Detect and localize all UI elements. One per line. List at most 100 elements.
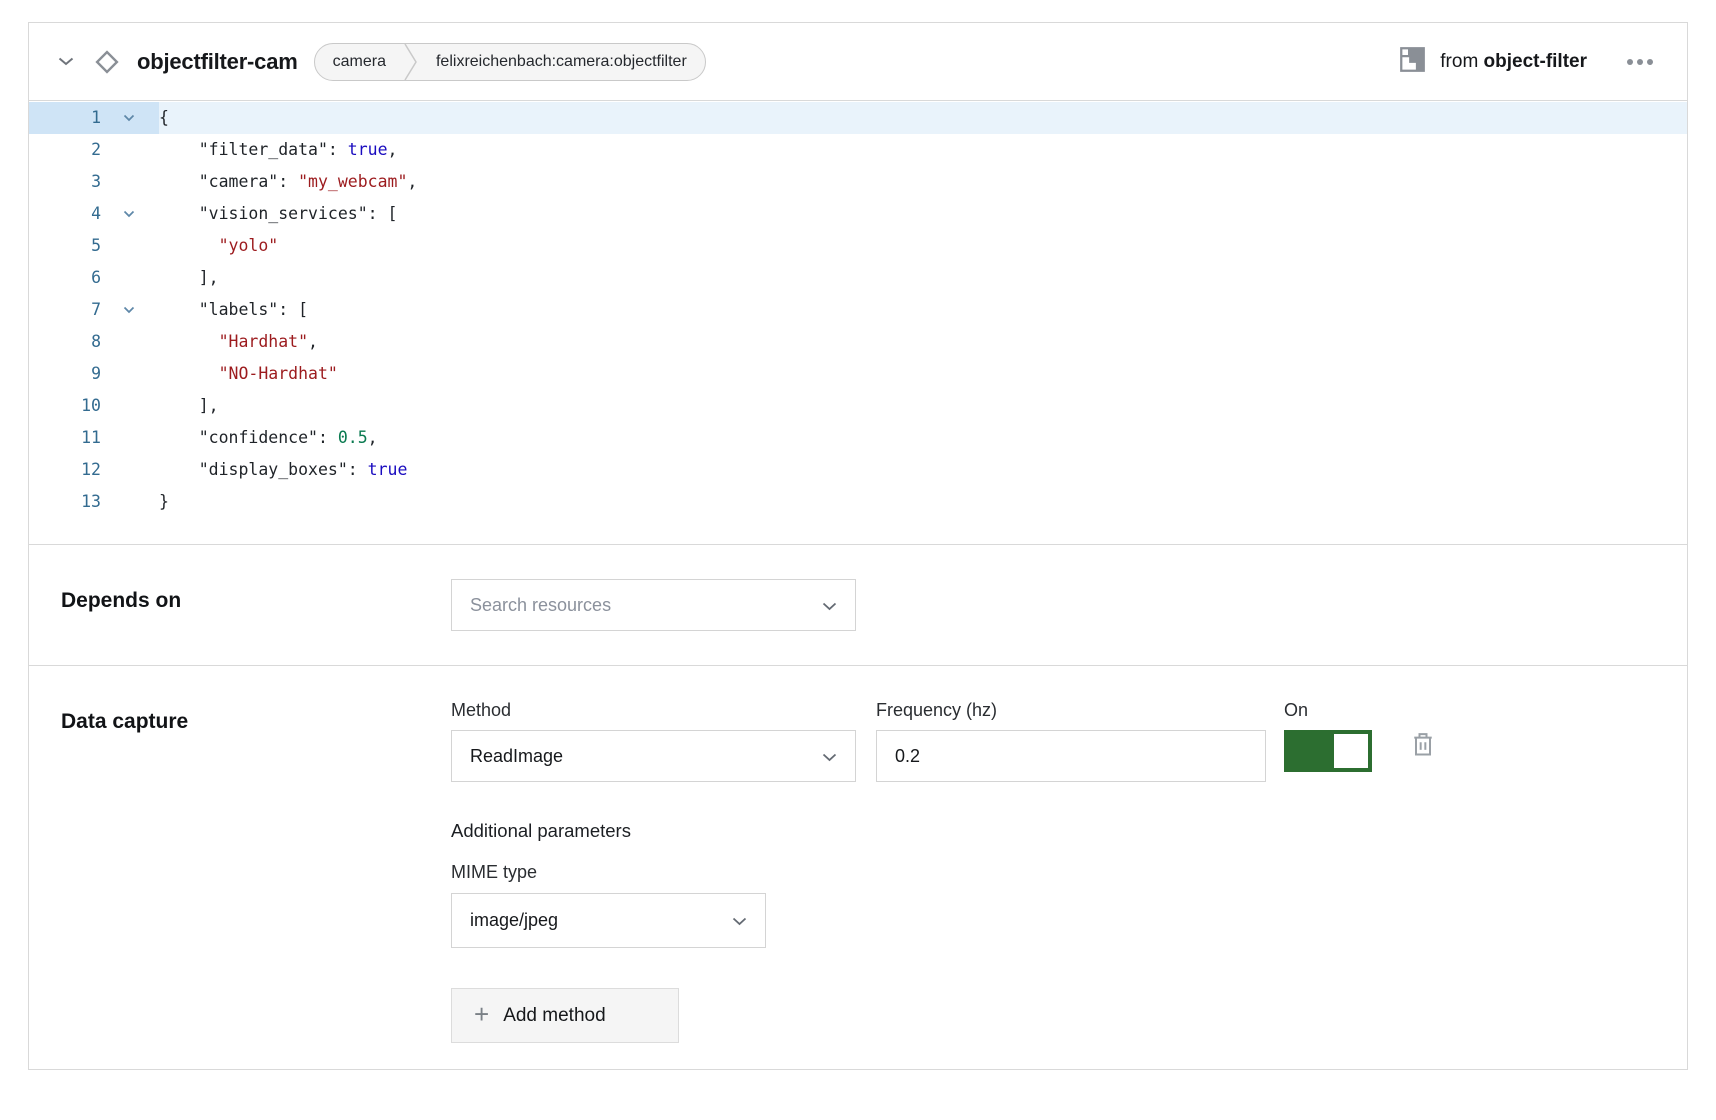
editor-gutter: 9 bbox=[29, 358, 159, 390]
resource-type-label: camera bbox=[315, 44, 404, 80]
editor-gutter: 2 bbox=[29, 134, 159, 166]
code-line[interactable]: 12 "display_boxes": true bbox=[29, 454, 1687, 486]
chevron-down-icon bbox=[58, 53, 74, 71]
trash-icon bbox=[1410, 746, 1436, 761]
chevron-down-icon bbox=[732, 910, 747, 931]
mime-type-label: MIME type bbox=[451, 862, 1655, 883]
method-value: ReadImage bbox=[470, 746, 563, 767]
fold-chevron-icon[interactable] bbox=[111, 294, 147, 326]
line-number: 5 bbox=[29, 230, 111, 262]
editor-gutter: 11 bbox=[29, 422, 159, 454]
mime-type-value: image/jpeg bbox=[470, 910, 558, 931]
frequency-label: Frequency (hz) bbox=[876, 700, 1266, 721]
fold-spacer bbox=[111, 230, 147, 262]
editor-gutter: 1 bbox=[29, 102, 159, 134]
page: objectfilter-cam camera felixreichenbach… bbox=[0, 0, 1716, 1120]
code-line[interactable]: 10 ], bbox=[29, 390, 1687, 422]
badge-separator-icon bbox=[404, 44, 418, 80]
line-number: 3 bbox=[29, 166, 111, 198]
more-options-button[interactable] bbox=[1619, 51, 1661, 73]
fold-spacer bbox=[111, 422, 147, 454]
plus-icon: + bbox=[474, 1001, 489, 1027]
code-line[interactable]: 7 "labels": [ bbox=[29, 294, 1687, 326]
editor-gutter: 5 bbox=[29, 230, 159, 262]
code-editor[interactable]: 1{2 "filter_data": true,3 "camera": "my_… bbox=[29, 101, 1687, 544]
depends-on-select[interactable]: Search resources bbox=[451, 579, 856, 631]
line-number: 12 bbox=[29, 454, 111, 486]
code-content: { bbox=[159, 102, 169, 134]
code-line[interactable]: 1{ bbox=[29, 102, 1687, 134]
method-label: Method bbox=[451, 700, 856, 721]
toggle-knob bbox=[1334, 734, 1368, 768]
depends-on-placeholder: Search resources bbox=[470, 595, 611, 616]
fold-spacer bbox=[111, 262, 147, 294]
line-number: 8 bbox=[29, 326, 111, 358]
code-content: "vision_services": [ bbox=[159, 198, 397, 230]
code-content: "camera": "my_webcam", bbox=[159, 166, 417, 198]
code-line[interactable]: 2 "filter_data": true, bbox=[29, 134, 1687, 166]
fold-spacer bbox=[111, 166, 147, 198]
code-content: "filter_data": true, bbox=[159, 134, 397, 166]
line-number: 9 bbox=[29, 358, 111, 390]
fold-spacer bbox=[111, 326, 147, 358]
fold-spacer bbox=[111, 390, 147, 422]
editor-gutter: 13 bbox=[29, 486, 159, 518]
code-content: "labels": [ bbox=[159, 294, 308, 326]
code-line[interactable]: 3 "camera": "my_webcam", bbox=[29, 166, 1687, 198]
method-select[interactable]: ReadImage bbox=[451, 730, 856, 782]
code-content: "Hardhat", bbox=[159, 326, 318, 358]
fold-chevron-icon[interactable] bbox=[111, 102, 147, 134]
code-line[interactable]: 5 "yolo" bbox=[29, 230, 1687, 262]
editor-gutter: 10 bbox=[29, 390, 159, 422]
add-method-label: Add method bbox=[503, 1005, 605, 1027]
delete-method-button[interactable] bbox=[1410, 708, 1436, 782]
from-module-text: from object-filter bbox=[1440, 51, 1587, 73]
fold-spacer bbox=[111, 454, 147, 486]
code-line[interactable]: 9 "NO-Hardhat" bbox=[29, 358, 1687, 390]
line-number: 13 bbox=[29, 486, 111, 518]
code-line[interactable]: 6 ], bbox=[29, 262, 1687, 294]
module-icon bbox=[1399, 46, 1426, 78]
collapse-button[interactable] bbox=[51, 47, 81, 77]
code-content: "NO-Hardhat" bbox=[159, 358, 338, 390]
line-number: 1 bbox=[29, 102, 111, 134]
additional-parameters-label: Additional parameters bbox=[451, 820, 1655, 842]
add-method-button[interactable]: + Add method bbox=[451, 988, 679, 1043]
resource-card-header: objectfilter-cam camera felixreichenbach… bbox=[29, 23, 1687, 101]
data-capture-section: Data capture Method ReadImage Frequency bbox=[29, 665, 1687, 1069]
line-number: 7 bbox=[29, 294, 111, 326]
frequency-value: 0.2 bbox=[895, 746, 920, 767]
code-line[interactable]: 11 "confidence": 0.5, bbox=[29, 422, 1687, 454]
fold-spacer bbox=[111, 486, 147, 518]
code-content: "confidence": 0.5, bbox=[159, 422, 378, 454]
editor-gutter: 7 bbox=[29, 294, 159, 326]
mime-type-select[interactable]: image/jpeg bbox=[451, 893, 766, 948]
fold-spacer bbox=[111, 134, 147, 166]
line-number: 10 bbox=[29, 390, 111, 422]
on-label: On bbox=[1284, 700, 1372, 721]
resource-title: objectfilter-cam bbox=[137, 49, 298, 75]
fold-chevron-icon[interactable] bbox=[111, 198, 147, 230]
capture-on-toggle[interactable] bbox=[1284, 730, 1372, 772]
code-content: ], bbox=[159, 390, 219, 422]
chevron-down-icon bbox=[822, 746, 837, 767]
frequency-input[interactable]: 0.2 bbox=[876, 730, 1266, 782]
code-line[interactable]: 13} bbox=[29, 486, 1687, 518]
editor-gutter: 4 bbox=[29, 198, 159, 230]
editor-gutter: 3 bbox=[29, 166, 159, 198]
ellipsis-icon bbox=[1627, 59, 1653, 65]
resource-model-label: felixreichenbach:camera:objectfilter bbox=[418, 44, 705, 80]
line-number: 4 bbox=[29, 198, 111, 230]
line-number: 11 bbox=[29, 422, 111, 454]
code-line[interactable]: 4 "vision_services": [ bbox=[29, 198, 1687, 230]
resource-type-badge: camera felixreichenbach:camera:objectfil… bbox=[314, 43, 706, 81]
line-number: 6 bbox=[29, 262, 111, 294]
editor-gutter: 8 bbox=[29, 326, 159, 358]
module-name: object-filter bbox=[1484, 51, 1587, 72]
header-right: from object-filter bbox=[1399, 46, 1661, 78]
depends-on-section: Depends on Search resources bbox=[29, 544, 1687, 665]
data-capture-label: Data capture bbox=[61, 700, 451, 1043]
code-line[interactable]: 8 "Hardhat", bbox=[29, 326, 1687, 358]
code-content: } bbox=[159, 486, 169, 518]
line-number: 2 bbox=[29, 134, 111, 166]
